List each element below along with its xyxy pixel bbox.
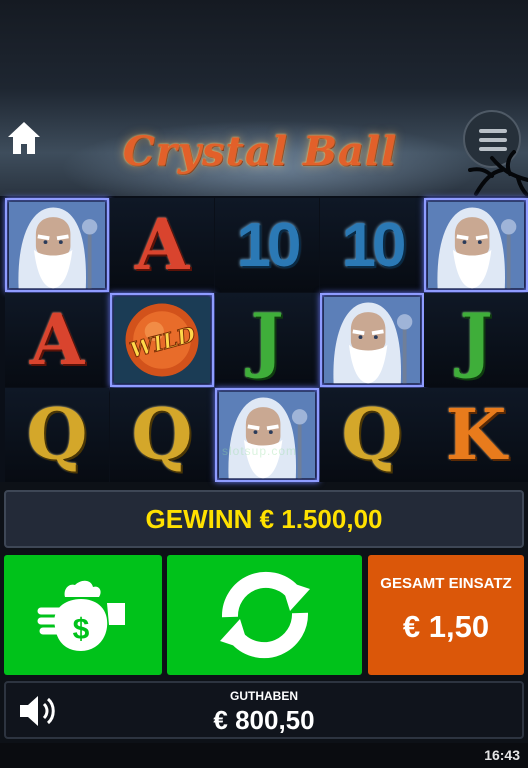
spin-button[interactable] bbox=[167, 555, 362, 675]
symbol-10: 10 bbox=[236, 210, 302, 280]
reel-cell-r2c4 bbox=[320, 293, 424, 387]
symbol-10: 10 bbox=[341, 210, 407, 280]
wild-icon: WILD bbox=[114, 296, 210, 384]
wizard-icon bbox=[9, 201, 105, 289]
symbol-q: Q bbox=[26, 393, 88, 476]
wizard-icon bbox=[428, 201, 524, 289]
win-display: GEWINN € 1.500,00 bbox=[4, 490, 524, 548]
reel-cell-r1c2: A bbox=[110, 198, 214, 292]
reel-cell-r2c2: WILD bbox=[110, 293, 214, 387]
reel-cell-r3c4: Q bbox=[320, 388, 424, 482]
reel-cell-r3c2: Q bbox=[110, 388, 214, 482]
watermark-text: slotsup.com bbox=[222, 444, 298, 458]
home-icon[interactable] bbox=[6, 118, 42, 158]
symbol-j: J bbox=[250, 298, 284, 381]
spin-arrows-icon bbox=[219, 571, 310, 659]
clock: 16:43 bbox=[484, 747, 520, 763]
autoplay-button[interactable]: $ bbox=[4, 555, 162, 675]
symbol-q: Q bbox=[131, 393, 193, 476]
reel-cell-r1c3: 10 bbox=[215, 198, 319, 292]
total-bet-button[interactable]: GESAMT EINSATZ € 1,50 bbox=[368, 555, 524, 675]
svg-text:$: $ bbox=[73, 613, 90, 646]
reel-cell-r1c5 bbox=[424, 198, 528, 292]
balance-label: GUTHABEN bbox=[230, 689, 298, 703]
reel-cell-r2c5: J bbox=[424, 293, 528, 387]
win-text: GEWINN € 1.500,00 bbox=[145, 503, 383, 534]
dead-tree-icon bbox=[468, 150, 528, 198]
wizard-icon bbox=[324, 296, 420, 384]
symbol-a: A bbox=[29, 298, 85, 381]
reel-cell-r3c5: K bbox=[424, 388, 528, 482]
reel-cell-r1c4: 10 bbox=[320, 198, 424, 292]
wizard-icon bbox=[219, 391, 315, 479]
reel-cell-r3c3 bbox=[215, 388, 319, 482]
total-bet-label: GESAMT EINSATZ bbox=[380, 575, 512, 592]
reel-grid: A 10 10 A WILD J J Q Q Q K bbox=[0, 196, 528, 482]
balance-value: € 800,50 bbox=[213, 705, 315, 735]
balance-panel: GUTHABEN € 800,50 bbox=[4, 681, 524, 739]
game-title: Crystal Ball bbox=[122, 128, 398, 175]
symbol-q: Q bbox=[341, 393, 403, 476]
reel-cell-r1c1 bbox=[5, 198, 109, 292]
total-bet-value: € 1,50 bbox=[402, 609, 490, 644]
money-bag-hand-icon: $ bbox=[37, 580, 125, 651]
symbol-j: J bbox=[459, 298, 493, 381]
reel-cell-r2c3: J bbox=[215, 293, 319, 387]
reel-cell-r2c1: A bbox=[5, 293, 109, 387]
symbol-a: A bbox=[134, 203, 190, 286]
symbol-k: K bbox=[445, 393, 507, 476]
reel-cell-r3c1: Q bbox=[5, 388, 109, 482]
system-status-bar: 16:43 bbox=[0, 743, 528, 768]
